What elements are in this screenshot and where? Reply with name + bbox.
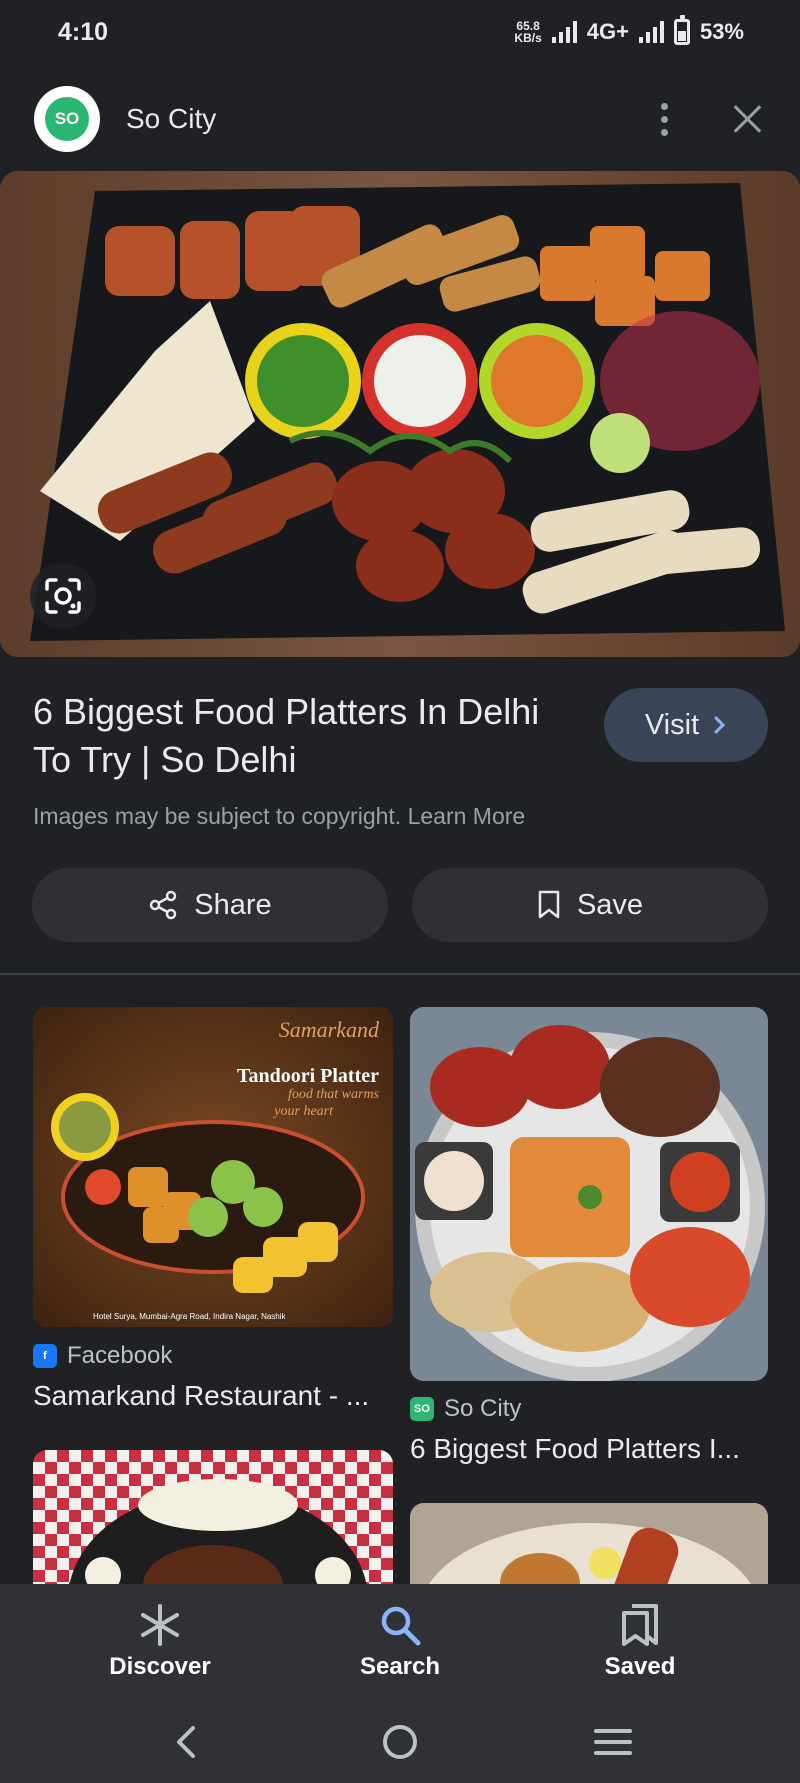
- restaurant-address: Hotel Surya, Mumbai-Agra Road, Indira Na…: [93, 1312, 286, 1321]
- signal-icon-2: [638, 21, 664, 43]
- system-navigation: [0, 1700, 800, 1783]
- related-source-2[interactable]: SO So City: [410, 1395, 521, 1423]
- nav-saved-label: Saved: [604, 1653, 676, 1680]
- visit-button[interactable]: Visit: [604, 688, 768, 762]
- related-caption-1[interactable]: Samarkand Restaurant - ...: [33, 1380, 373, 1412]
- related-source-1[interactable]: f Facebook: [33, 1342, 172, 1370]
- save-button[interactable]: Save: [412, 868, 768, 942]
- tagline-line-2: your heart: [274, 1104, 333, 1119]
- share-label: Share: [194, 888, 272, 921]
- nav-search-label: Search: [359, 1653, 441, 1680]
- asterisk-icon: [141, 1604, 179, 1646]
- source-title[interactable]: So City: [126, 103, 644, 135]
- bottom-navigation: Discover Search Saved: [0, 1584, 800, 1700]
- result-title[interactable]: 6 Biggest Food Platters In Delhi To Try …: [33, 688, 573, 784]
- related-image-1[interactable]: Samarkand Tandoori Platter food that war…: [33, 1007, 393, 1327]
- share-button[interactable]: Share: [32, 868, 388, 942]
- network-type: 4G+: [586, 19, 629, 44]
- section-divider: [0, 973, 800, 975]
- recents-menu-icon[interactable]: [593, 1722, 633, 1762]
- so-city-logo[interactable]: SO: [34, 86, 100, 152]
- share-icon: [150, 890, 177, 920]
- related-image-2[interactable]: [410, 1007, 768, 1381]
- lens-icon[interactable]: [30, 563, 96, 629]
- home-icon[interactable]: [380, 1722, 420, 1762]
- facebook-icon: f: [33, 1344, 57, 1368]
- so-city-logo-text: SO: [45, 97, 89, 141]
- close-icon[interactable]: [728, 99, 768, 139]
- copyright-notice[interactable]: Images may be subject to copyright. Lear…: [33, 803, 525, 830]
- search-icon: [381, 1606, 421, 1646]
- tandoori-platter-title: Tandoori Platter: [236, 1065, 379, 1087]
- nav-search[interactable]: Search: [320, 1603, 480, 1681]
- battery-percent: 53%: [699, 19, 744, 44]
- nav-discover-label: Discover: [109, 1653, 211, 1680]
- nav-saved[interactable]: Saved: [560, 1603, 720, 1681]
- samarkand-brand: Samarkand: [278, 1017, 379, 1042]
- status-icons: 65.8 KB/s 4G+ 53%: [514, 15, 744, 45]
- bookmarks-icon: [622, 1604, 658, 1646]
- back-icon[interactable]: [167, 1722, 207, 1762]
- so-city-icon: SO: [410, 1397, 434, 1421]
- tagline-line-1: food that warms: [287, 1087, 379, 1102]
- save-label: Save: [576, 888, 644, 921]
- network-speed: 65.8 KB/s: [514, 19, 542, 45]
- battery-icon: [673, 15, 690, 45]
- chevron-right-icon: [714, 716, 726, 734]
- related-source-1-label: Facebook: [67, 1342, 173, 1369]
- hero-image[interactable]: [0, 171, 800, 657]
- signal-icon: [551, 21, 577, 43]
- status-time: 4:10: [58, 17, 109, 46]
- bookmark-icon: [538, 890, 560, 919]
- related-caption-2[interactable]: 6 Biggest Food Platters I...: [410, 1433, 750, 1465]
- related-source-2-label: So City: [444, 1395, 522, 1422]
- visit-label: Visit: [644, 708, 700, 741]
- nav-discover[interactable]: Discover: [80, 1603, 240, 1681]
- more-vert-icon[interactable]: [644, 94, 684, 144]
- source-header: SO So City: [0, 84, 800, 154]
- status-bar: 4:10 65.8 KB/s 4G+ 53%: [0, 0, 800, 64]
- food-platter-illustration: [0, 171, 800, 657]
